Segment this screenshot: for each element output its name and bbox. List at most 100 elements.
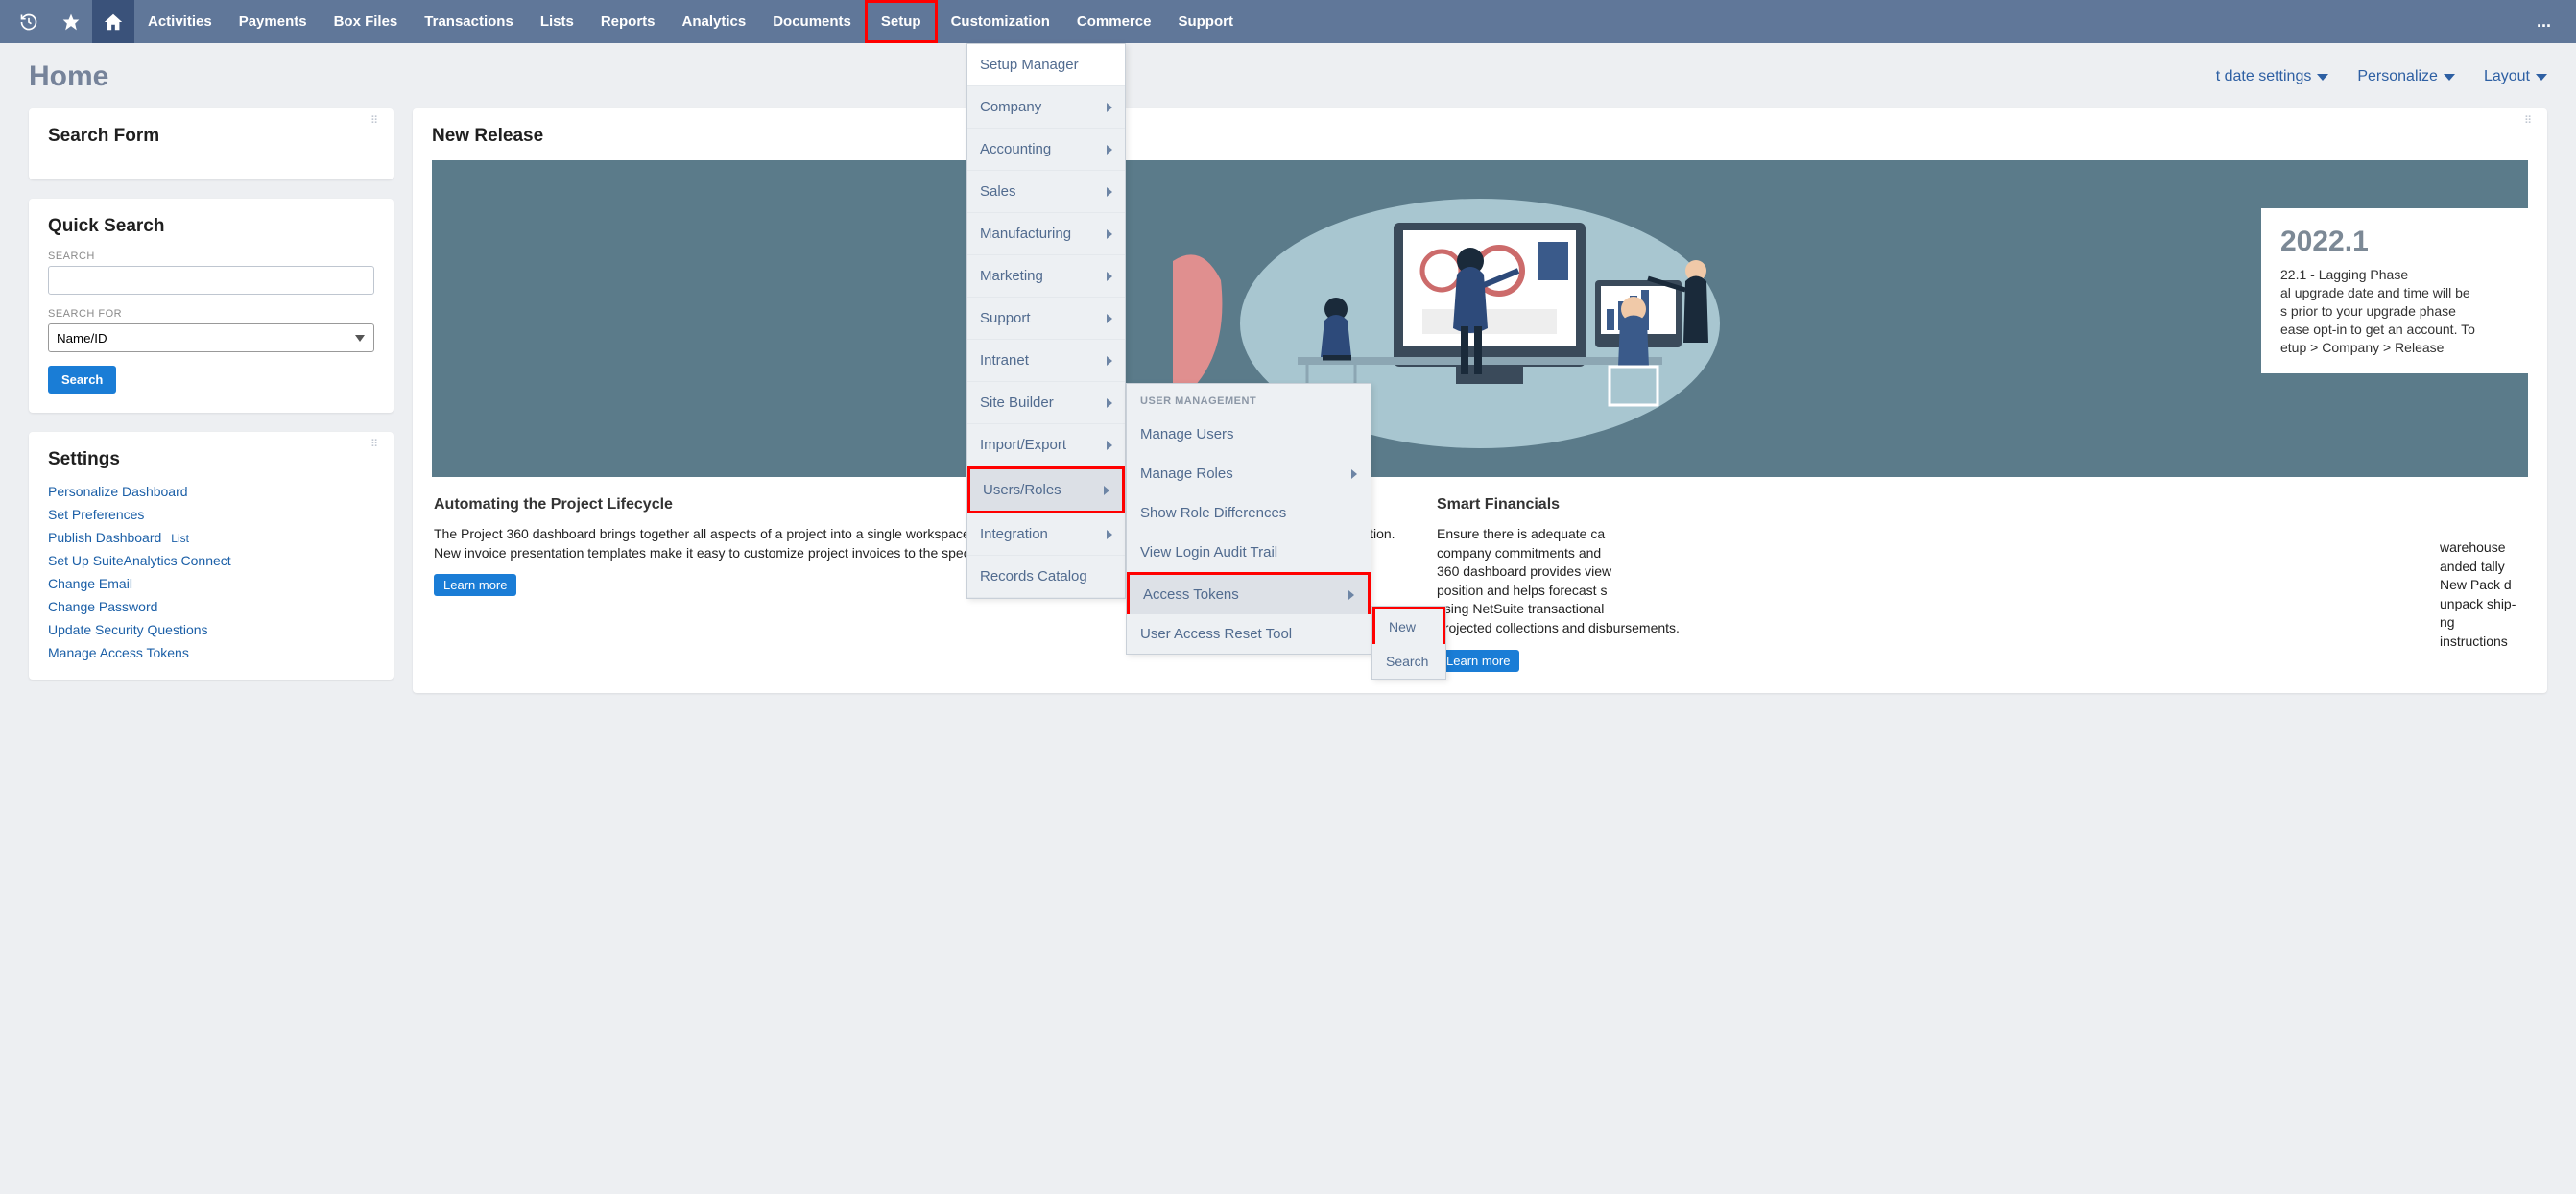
- date-settings-link[interactable]: t date settings: [2216, 68, 2329, 85]
- history-icon[interactable]: [8, 0, 50, 43]
- nav-items: Activities Payments Box Files Transactio…: [134, 0, 1247, 43]
- users-roles-submenu: USER MANAGEMENT Manage Users Manage Role…: [1126, 383, 1371, 655]
- setup-sales-item[interactable]: Sales: [967, 171, 1125, 213]
- settings-manage-access-tokens[interactable]: Manage Access Tokens: [48, 645, 374, 660]
- star-icon[interactable]: [50, 0, 92, 43]
- manage-roles-item[interactable]: Manage Roles: [1127, 454, 1371, 493]
- settings-personalize-dashboard[interactable]: Personalize Dashboard: [48, 484, 374, 499]
- release-version: 2022.1: [2280, 226, 2511, 258]
- search-form-title: Search Form: [48, 126, 374, 147]
- chevron-right-icon: [1104, 486, 1109, 495]
- chevron-right-icon: [1107, 314, 1112, 323]
- search-input[interactable]: [48, 266, 374, 295]
- chevron-right-icon: [1107, 272, 1112, 281]
- drag-handle-icon[interactable]: ⠿: [2524, 118, 2534, 124]
- nav-support[interactable]: Support: [1164, 0, 1247, 43]
- release-card: 2022.1 22.1 - Lagging Phase al upgrade d…: [2261, 208, 2528, 373]
- release-banner: 2022.1 22.1 - Lagging Phase al upgrade d…: [432, 160, 2528, 477]
- settings-title: Settings: [48, 449, 374, 470]
- setup-menu: Setup Manager Company Accounting Sales M…: [966, 43, 1126, 599]
- setup-manager-item[interactable]: Setup Manager: [967, 44, 1125, 86]
- page-title: Home: [29, 60, 108, 93]
- setup-accounting-item[interactable]: Accounting: [967, 129, 1125, 171]
- setup-site-builder-item[interactable]: Site Builder: [967, 382, 1125, 424]
- chevron-right-icon: [1107, 145, 1112, 155]
- setup-intranet-item[interactable]: Intranet: [967, 340, 1125, 382]
- setup-records-catalog-item[interactable]: Records Catalog: [967, 556, 1125, 598]
- release-body: 22.1 - Lagging Phase al upgrade date and…: [2280, 266, 2511, 356]
- settings-update-security-questions[interactable]: Update Security Questions: [48, 622, 374, 637]
- settings-portlet: ⠿ Settings Personalize Dashboard Set Pre…: [29, 432, 394, 680]
- search-label: SEARCH: [48, 251, 374, 262]
- user-access-reset-tool-item[interactable]: User Access Reset Tool: [1127, 614, 1371, 654]
- chevron-right-icon: [1107, 187, 1112, 197]
- nav-transactions[interactable]: Transactions: [411, 0, 527, 43]
- view-login-audit-trail-item[interactable]: View Login Audit Trail: [1127, 533, 1371, 572]
- chevron-right-icon: [1107, 441, 1112, 450]
- access-tokens-item[interactable]: Access Tokens: [1127, 572, 1371, 614]
- home-icon[interactable]: [92, 0, 134, 43]
- learn-more-button[interactable]: Learn more: [434, 574, 516, 596]
- nav-activities[interactable]: Activities: [134, 0, 226, 43]
- learn-more-button[interactable]: Learn more: [1437, 650, 1519, 672]
- drag-handle-icon[interactable]: ⠿: [370, 118, 380, 124]
- chevron-right-icon: [1351, 469, 1357, 479]
- article-smart-financials: Smart Financials Ensure there is adequat…: [1437, 496, 2417, 672]
- search-form-portlet: ⠿ Search Form: [29, 108, 394, 179]
- top-navigation: Activities Payments Box Files Transactio…: [0, 0, 2576, 43]
- chevron-right-icon: [1107, 530, 1112, 539]
- chevron-down-icon: [2317, 74, 2328, 81]
- search-for-label: SEARCH FOR: [48, 308, 374, 320]
- setup-support-item[interactable]: Support: [967, 298, 1125, 340]
- quick-search-title: Quick Search: [48, 216, 374, 237]
- nav-commerce[interactable]: Commerce: [1063, 0, 1165, 43]
- nav-box-files[interactable]: Box Files: [321, 0, 412, 43]
- user-management-header: USER MANAGEMENT: [1127, 384, 1371, 415]
- setup-company-item[interactable]: Company: [967, 86, 1125, 129]
- chevron-down-icon: [2444, 74, 2455, 81]
- show-role-differences-item[interactable]: Show Role Differences: [1127, 493, 1371, 533]
- drag-handle-icon[interactable]: ⠿: [370, 442, 380, 447]
- chevron-right-icon: [1107, 229, 1112, 239]
- nav-reports[interactable]: Reports: [587, 0, 669, 43]
- new-release-portlet: ⠿ New Release: [413, 108, 2547, 693]
- chevron-right-icon: [1107, 356, 1112, 366]
- settings-publish-list[interactable]: List: [171, 532, 189, 545]
- nav-more-icon[interactable]: ...: [2519, 12, 2568, 32]
- chevron-down-icon: [2536, 74, 2547, 81]
- settings-publish-dashboard[interactable]: Publish Dashboard: [48, 530, 161, 545]
- access-tokens-search-item[interactable]: Search: [1372, 644, 1445, 679]
- chevron-right-icon: [1107, 398, 1112, 408]
- access-tokens-flyout: New Search: [1371, 606, 1446, 680]
- settings-change-password[interactable]: Change Password: [48, 599, 374, 614]
- setup-users-roles-item[interactable]: Users/Roles: [967, 466, 1125, 513]
- setup-manufacturing-item[interactable]: Manufacturing: [967, 213, 1125, 255]
- quick-search-portlet: Quick Search SEARCH SEARCH FOR Name/ID S…: [29, 199, 394, 413]
- article-heading: Smart Financials: [1437, 496, 2417, 513]
- chevron-right-icon: [1348, 590, 1354, 600]
- setup-integration-item[interactable]: Integration: [967, 513, 1125, 556]
- article-body: Ensure there is adequate ca company comm…: [1437, 525, 2417, 638]
- nav-payments[interactable]: Payments: [226, 0, 321, 43]
- nav-analytics[interactable]: Analytics: [669, 0, 760, 43]
- manage-users-item[interactable]: Manage Users: [1127, 415, 1371, 454]
- settings-suiteanalytics-connect[interactable]: Set Up SuiteAnalytics Connect: [48, 553, 374, 568]
- search-for-select[interactable]: Name/ID: [48, 323, 374, 352]
- article-third-cut: warehouse anded tally New Pack d unpack …: [2440, 496, 2526, 672]
- nav-customization[interactable]: Customization: [938, 0, 1063, 43]
- setup-marketing-item[interactable]: Marketing: [967, 255, 1125, 298]
- personalize-link[interactable]: Personalize: [2357, 68, 2455, 85]
- nav-icon-group: [8, 0, 134, 43]
- cut-text: warehouse anded tally New Pack d unpack …: [2440, 496, 2526, 652]
- settings-change-email[interactable]: Change Email: [48, 576, 374, 591]
- search-button[interactable]: Search: [48, 366, 116, 394]
- nav-documents[interactable]: Documents: [759, 0, 865, 43]
- access-tokens-new-item[interactable]: New: [1372, 607, 1445, 644]
- new-release-title: New Release: [432, 126, 2528, 147]
- chevron-right-icon: [1107, 103, 1112, 112]
- layout-link[interactable]: Layout: [2484, 68, 2547, 85]
- nav-lists[interactable]: Lists: [527, 0, 587, 43]
- setup-import-export-item[interactable]: Import/Export: [967, 424, 1125, 466]
- nav-setup[interactable]: Setup: [865, 0, 938, 43]
- settings-set-preferences[interactable]: Set Preferences: [48, 507, 374, 522]
